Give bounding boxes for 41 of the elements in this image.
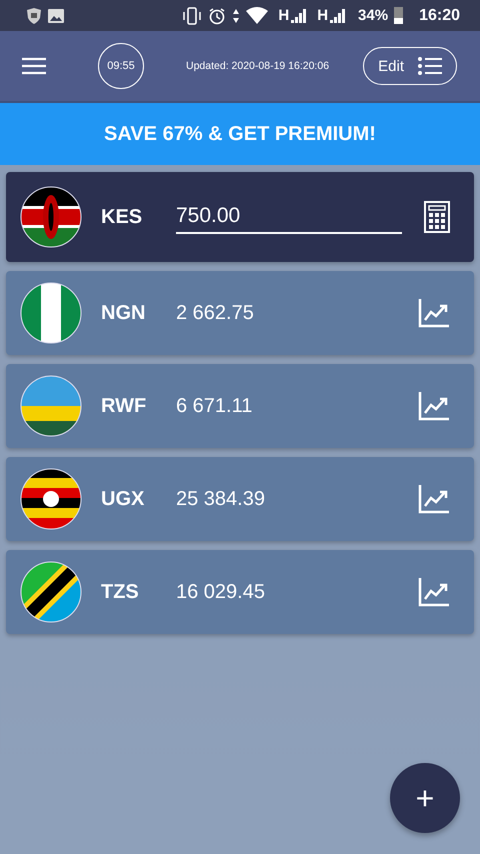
chart-icon[interactable] — [418, 298, 450, 328]
network-type-label: H — [278, 7, 290, 24]
add-button[interactable]: + — [390, 763, 460, 833]
premium-banner[interactable]: SAVE 67% & GET PREMIUM! — [0, 103, 480, 165]
battery-percent: 34% — [358, 7, 388, 24]
currency-code: TZS — [101, 580, 140, 604]
list-icon — [418, 56, 442, 76]
currency-code: NGN — [101, 302, 146, 324]
image-icon — [48, 8, 64, 22]
converted-amount: 25 384.39 — [176, 488, 266, 510]
menu-icon[interactable] — [22, 57, 46, 75]
alarm-icon — [208, 6, 226, 24]
network-type-label: H — [317, 7, 328, 24]
converted-amount: 6 671.11 — [176, 394, 254, 418]
battery-icon — [394, 7, 404, 24]
data-arrows-icon — [232, 8, 240, 24]
amount-field[interactable]: 750.00 — [176, 200, 402, 234]
currency-card[interactable]: UGX 25 384.39 — [6, 457, 474, 541]
updated-time: Updated: 2020-08-19 16:20:06 — [186, 60, 330, 72]
calculator-icon[interactable] — [424, 201, 450, 233]
flag-icon — [20, 186, 82, 248]
currency-code: KES — [101, 206, 144, 228]
converted-amount: 16 029.45 — [176, 580, 266, 604]
signal-icon — [330, 8, 346, 23]
chart-icon[interactable] — [418, 577, 450, 607]
currency-card[interactable]: KES 750.00 — [6, 172, 474, 262]
chart-icon[interactable] — [418, 484, 450, 514]
shield-icon — [26, 6, 42, 24]
currency-code: RWF — [101, 394, 148, 418]
clock-time: 16:20 — [419, 6, 460, 24]
wifi-icon — [246, 7, 268, 24]
currency-code: UGX — [101, 488, 146, 510]
currency-card[interactable]: NGN 2 662.75 — [6, 271, 474, 355]
currency-card[interactable]: RWF 6 671.11 — [6, 364, 474, 448]
converted-amount: 2 662.75 — [176, 302, 255, 324]
edit-button[interactable]: Edit — [363, 47, 457, 85]
vibrate-icon — [182, 6, 202, 24]
chart-icon[interactable] — [418, 391, 450, 421]
countdown-timer: 09:55 — [98, 43, 144, 89]
currency-card[interactable]: TZS 16 029.45 — [6, 550, 474, 634]
signal-icon — [291, 8, 308, 23]
